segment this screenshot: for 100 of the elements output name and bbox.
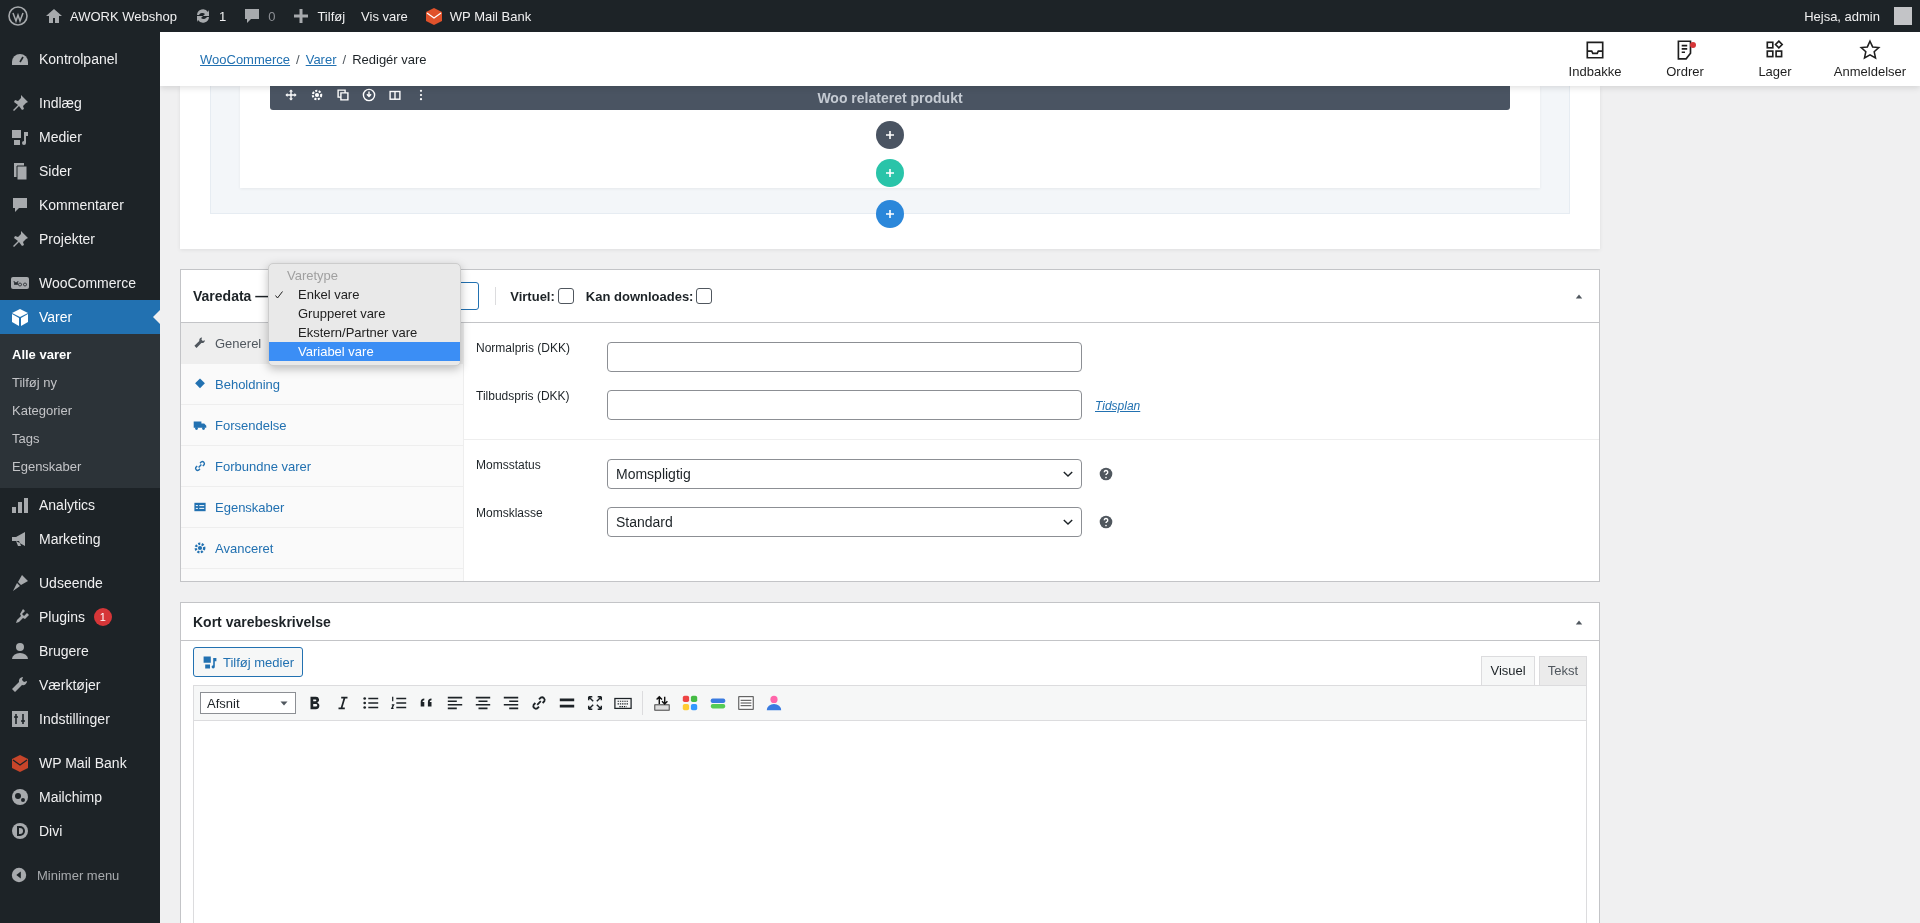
- menu-item[interactable]: Værktøjer: [0, 668, 160, 702]
- product-data-tab[interactable]: Forsendelse: [181, 405, 463, 446]
- inbox-icon: [1584, 39, 1606, 61]
- menu-item[interactable]: Sider: [0, 154, 160, 188]
- checkbox[interactable]: [696, 288, 713, 304]
- upload-icon[interactable]: [653, 694, 671, 712]
- bullet-list-icon[interactable]: [362, 694, 380, 712]
- menu-item[interactable]: Indlæg: [0, 86, 160, 120]
- menu-item[interactable]: Varer: [0, 300, 160, 334]
- submenu-item[interactable]: Tags: [0, 425, 160, 453]
- checkbox-label: Kan downloades:: [585, 288, 694, 304]
- list-card-icon: [193, 500, 207, 514]
- breadcrumb-current: Redigér vare: [352, 51, 427, 67]
- breadcrumb-link[interactable]: WooCommerce: [200, 51, 291, 67]
- field-label: Momsklasse: [476, 505, 544, 520]
- columns-icon[interactable]: [388, 88, 402, 102]
- person-icon[interactable]: [765, 694, 783, 712]
- media-icon: [202, 654, 218, 670]
- submenu-item[interactable]: Kategorier: [0, 397, 160, 425]
- wrench-icon: [10, 675, 30, 695]
- add-section-button[interactable]: [876, 200, 904, 228]
- submenu-item[interactable]: Alle varer: [0, 341, 160, 369]
- product-data-tab[interactable]: Egenskaber: [181, 487, 463, 528]
- star-icon: [1859, 39, 1881, 61]
- editor-tab[interactable]: Tekst: [1538, 656, 1587, 685]
- add-media-button[interactable]: Tilføj medier: [193, 647, 304, 677]
- fullscreen-icon[interactable]: [586, 694, 604, 712]
- format-select[interactable]: Afsnit: [200, 692, 296, 714]
- menu-item[interactable]: Kontrolpanel: [0, 42, 160, 76]
- collapse-menu-link[interactable]: Minimer menu: [37, 867, 120, 883]
- editor-tab[interactable]: Visuel: [1481, 656, 1535, 685]
- menu-heading: Varetype: [286, 267, 340, 285]
- menu-option[interactable]: Ekstern/Partner vare: [269, 323, 460, 342]
- header-action[interactable]: Lager: [1730, 32, 1820, 86]
- menu-option[interactable]: Grupperet vare: [269, 304, 460, 323]
- link-icon[interactable]: [530, 694, 548, 712]
- menu-item[interactable]: Plugins 1: [0, 600, 160, 634]
- new-link[interactable]: Tilføj: [317, 8, 346, 24]
- menu-item[interactable]: Kommentarer: [0, 188, 160, 222]
- menu-item[interactable]: Brugere: [0, 634, 160, 668]
- download-icon[interactable]: [362, 88, 376, 102]
- product-data-tab[interactable]: Avanceret: [181, 528, 463, 569]
- header-action[interactable]: Ordrer: [1640, 32, 1730, 86]
- add-module-button[interactable]: [876, 121, 904, 149]
- menu-item[interactable]: Medier: [0, 120, 160, 154]
- envelope-icon[interactable]: [423, 6, 444, 26]
- update-count[interactable]: 1: [218, 8, 227, 24]
- brush-icon: [10, 573, 30, 593]
- color-grid-icon[interactable]: [681, 694, 699, 712]
- align-right-icon[interactable]: [502, 694, 520, 712]
- product-data-tab[interactable]: Forbundne varer: [181, 446, 463, 487]
- align-center-icon[interactable]: [474, 694, 492, 712]
- price-input[interactable]: [607, 390, 1082, 420]
- menu-item[interactable]: Udseende: [0, 566, 160, 600]
- view-link[interactable]: Vis vare: [361, 8, 408, 24]
- wrench-icon: [193, 336, 207, 350]
- menu-item[interactable]: Analytics: [0, 488, 160, 522]
- duplicate-icon[interactable]: [336, 88, 350, 102]
- user-icon: [10, 641, 30, 661]
- numbered-list-icon[interactable]: [390, 694, 408, 712]
- home-icon[interactable]: [44, 6, 64, 26]
- box-title: Kort varebeskrivelse: [193, 613, 331, 630]
- menu-item[interactable]: Divi: [0, 814, 160, 848]
- menu-item[interactable]: WP Mail Bank: [0, 746, 160, 780]
- menu-item[interactable]: Marketing: [0, 522, 160, 556]
- help-icon: [1099, 515, 1113, 529]
- header-action[interactable]: Anmeldelser: [1820, 32, 1920, 86]
- collapse-icon[interactable]: [10, 866, 28, 884]
- breadcrumb-separator: /: [342, 51, 347, 67]
- select-field[interactable]: Standard: [607, 507, 1082, 537]
- module-title: Woo relateret produkt: [817, 90, 963, 106]
- field-label: Normalpris (DKK): [476, 340, 571, 355]
- sliders-icon: [10, 709, 30, 729]
- menu-item[interactable]: Mailchimp: [0, 780, 160, 814]
- align-left-icon[interactable]: [446, 694, 464, 712]
- table-icon[interactable]: [737, 694, 755, 712]
- submenu-item[interactable]: Tilføj ny: [0, 369, 160, 397]
- wordpress-logo-icon[interactable]: [8, 6, 28, 26]
- schedule-link[interactable]: Tidsplan: [1095, 398, 1141, 413]
- menu-item[interactable]: WooCommerce: [0, 266, 160, 300]
- header-action[interactable]: Indbakke: [1550, 32, 1640, 86]
- link-icon: [193, 459, 207, 473]
- bar-chart-icon: [10, 495, 30, 515]
- greeting-link[interactable]: Hejsa, admin: [1804, 8, 1880, 24]
- checkbox[interactable]: [557, 288, 574, 304]
- menu-item[interactable]: Projekter: [0, 222, 160, 256]
- plugin-link[interactable]: WP Mail Bank: [449, 8, 532, 24]
- menu-option[interactable]: Enkel vare: [269, 285, 460, 304]
- count-badge: 1: [93, 608, 112, 626]
- submenu-item[interactable]: Egenskaber: [0, 453, 160, 481]
- comment-icon: [10, 195, 30, 215]
- site-link[interactable]: AWORK Webshop: [70, 8, 177, 24]
- move-icon[interactable]: [284, 88, 298, 102]
- tag-icon: [193, 377, 207, 391]
- select-field[interactable]: Momspligtig: [607, 459, 1082, 489]
- field-label: Tilbudspris (DKK): [476, 388, 571, 403]
- comment-count[interactable]: 0: [268, 8, 276, 24]
- menu-item[interactable]: Indstillinger: [0, 702, 160, 736]
- breadcrumb-link[interactable]: Varer: [305, 51, 337, 67]
- price-input[interactable]: [607, 342, 1082, 372]
